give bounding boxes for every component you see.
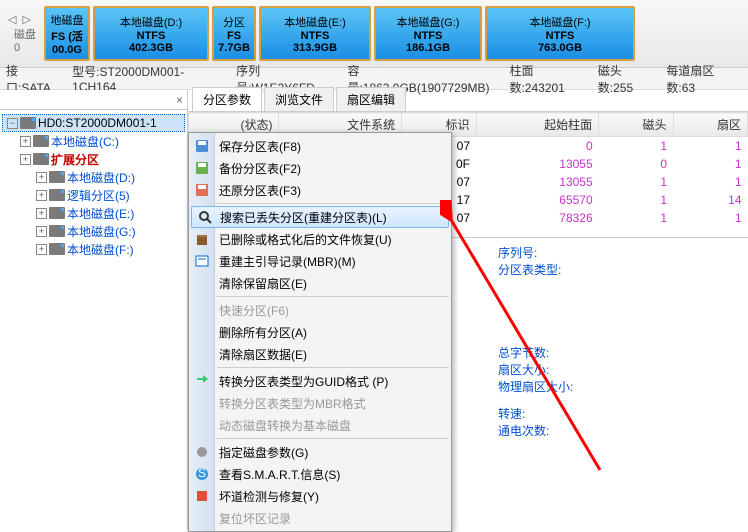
menu-item[interactable]: 清除保留扇区(E): [189, 272, 451, 294]
drive-icon: [49, 189, 65, 201]
menu-label: 重建主引导记录(MBR)(M): [219, 253, 356, 270]
menu-item[interactable]: 删除所有分区(A): [189, 321, 451, 343]
disk-bar: ◁▷ 磁盘 0 地磁盘FS (活00.0G本地磁盘(D:)NTFS402.3GB…: [0, 0, 748, 68]
drive-icon: [49, 225, 65, 237]
tree-item[interactable]: +本地磁盘(E:): [2, 204, 185, 222]
col-header[interactable]: 起始柱面: [476, 113, 599, 137]
menu-label: 转换分区表类型为MBR格式: [219, 395, 366, 412]
disk-partition-box[interactable]: 本地磁盘(E:)NTFS313.9GB: [259, 6, 371, 61]
tree-item[interactable]: +扩展分区: [2, 150, 185, 168]
disk-partition-box[interactable]: 地磁盘FS (活00.0G: [44, 6, 90, 61]
menu-item[interactable]: 已删除或格式化后的文件恢复(U): [189, 228, 451, 250]
svg-text:S: S: [198, 466, 206, 480]
smart-icon: S: [193, 465, 211, 483]
menu-item[interactable]: 搜索已丢失分区(重建分区表)(L): [191, 206, 449, 228]
disk-partition-box[interactable]: 分区FS7.7GB: [212, 6, 256, 61]
menu-item[interactable]: 备份分区表(F2): [189, 157, 451, 179]
menu-item[interactable]: 转换分区表类型为GUID格式 (P): [189, 370, 451, 392]
menu-label: 保存分区表(F8): [219, 138, 301, 155]
tab-1[interactable]: 浏览文件: [264, 87, 334, 111]
tree-item[interactable]: +本地磁盘(G:): [2, 222, 185, 240]
hdd-icon: [20, 117, 36, 129]
tree-item[interactable]: +本地磁盘(D:): [2, 168, 185, 186]
tab-2[interactable]: 扇区编辑: [336, 87, 406, 111]
search-icon: [196, 208, 214, 226]
menu-label: 备份分区表(F2): [219, 160, 301, 177]
menu-item[interactable]: 还原分区表(F3): [189, 179, 451, 201]
menu-item: 转换分区表类型为MBR格式: [189, 392, 451, 414]
menu-label: 坏道检测与修复(Y): [219, 488, 319, 505]
menu-label: 指定磁盘参数(G): [219, 444, 308, 461]
menu-label: 清除扇区数据(E): [219, 346, 307, 363]
disk-partition-box[interactable]: 本地磁盘(G:)NTFS186.1GB: [374, 6, 482, 61]
disk-index-label: 磁盘 0: [8, 26, 42, 54]
menu-item[interactable]: 指定磁盘参数(G): [189, 441, 451, 463]
menu-item[interactable]: S 查看S.M.A.R.T.信息(S): [189, 463, 451, 485]
convert-icon: [193, 372, 211, 390]
drive-icon: [49, 171, 65, 183]
menu-item[interactable]: 清除扇区数据(E): [189, 343, 451, 365]
menu-label: 转换分区表类型为GUID格式 (P): [219, 373, 388, 390]
menu-item[interactable]: 重建主引导记录(MBR)(M): [189, 250, 451, 272]
menu-label: 查看S.M.A.R.T.信息(S): [219, 466, 340, 483]
tree-panel: × −HD0:ST2000DM001-1+本地磁盘(C:)+扩展分区+本地磁盘(…: [0, 90, 188, 530]
tree-item[interactable]: +本地磁盘(C:): [2, 132, 185, 150]
drive-icon: [49, 243, 65, 255]
bad-icon: [193, 487, 211, 505]
menu-label: 还原分区表(F3): [219, 182, 301, 199]
tab-0[interactable]: 分区参数: [192, 87, 262, 111]
menu-label: 快速分区(F6): [219, 302, 289, 319]
menu-item: 快速分区(F6): [189, 299, 451, 321]
mbr-icon: [193, 252, 211, 270]
tree-root[interactable]: −HD0:ST2000DM001-1: [2, 114, 185, 132]
col-header[interactable]: 扇区: [673, 113, 747, 137]
drive-icon: [33, 153, 49, 165]
backup-icon: [193, 159, 211, 177]
tabs: 分区参数浏览文件扇区编辑: [188, 90, 748, 112]
tree-item[interactable]: +逻辑分区(5): [2, 186, 185, 204]
menu-item: 动态磁盘转换为基本磁盘: [189, 414, 451, 436]
menu-item[interactable]: 保存分区表(F8): [189, 135, 451, 157]
restore-icon: [193, 181, 211, 199]
params-icon: [193, 443, 211, 461]
menu-label: 搜索已丢失分区(重建分区表)(L): [220, 209, 387, 226]
col-header[interactable]: 磁头: [599, 113, 673, 137]
tree-item[interactable]: +本地磁盘(F:): [2, 240, 185, 258]
drive-icon: [49, 207, 65, 219]
menu-label: 动态磁盘转换为基本磁盘: [219, 417, 351, 434]
menu-label: 清除保留扇区(E): [219, 275, 307, 292]
menu-label: 已删除或格式化后的文件恢复(U): [219, 231, 392, 248]
nav-arrows[interactable]: ◁▷ 磁盘 0: [2, 2, 42, 65]
disk-partition-box[interactable]: 本地磁盘(D:)NTFS402.3GB: [93, 6, 209, 61]
undelete-icon: [193, 230, 211, 248]
close-icon[interactable]: ×: [176, 93, 183, 107]
disk-partition-box[interactable]: 本地磁盘(F:)NTFS763.0GB: [485, 6, 635, 61]
menu-item[interactable]: 坏道检测与修复(Y): [189, 485, 451, 507]
context-menu: 保存分区表(F8) 备份分区表(F2) 还原分区表(F3) 搜索已丢失分区(重建分区表…: [188, 132, 452, 532]
drive-icon: [33, 135, 49, 147]
save-icon: [193, 137, 211, 155]
menu-label: 复位坏区记录: [219, 510, 291, 527]
menu-item: 复位坏区记录: [189, 507, 451, 529]
menu-label: 删除所有分区(A): [219, 324, 307, 341]
